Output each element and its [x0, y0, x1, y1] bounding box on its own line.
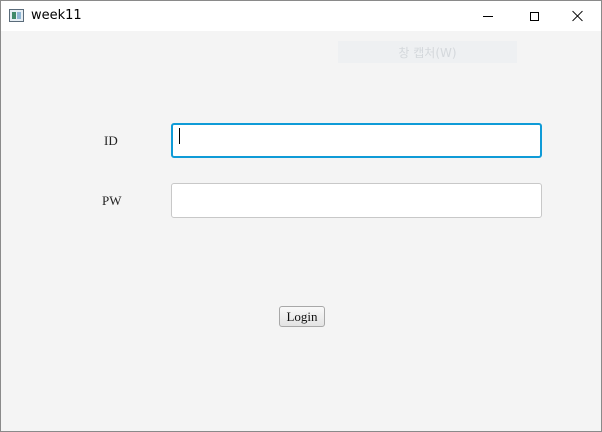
- pw-input[interactable]: [171, 183, 542, 218]
- id-label: ID: [104, 133, 118, 148]
- close-icon: [572, 10, 584, 22]
- app-window: week11 창 캡처(W) ID PW Login: [0, 0, 602, 432]
- minimize-icon: [483, 15, 493, 17]
- title-bar[interactable]: week11: [1, 1, 601, 31]
- minimize-button[interactable]: [465, 1, 511, 31]
- maximize-button[interactable]: [511, 1, 557, 31]
- pw-label: PW: [102, 193, 122, 208]
- id-input[interactable]: [171, 123, 542, 158]
- text-caret: [179, 128, 180, 144]
- java-app-icon: [9, 9, 24, 22]
- window-title: week11: [31, 8, 82, 23]
- login-button[interactable]: Login: [279, 306, 325, 327]
- window-capture-overlay: 창 캡처(W): [338, 41, 517, 63]
- close-button[interactable]: [555, 1, 601, 31]
- maximize-icon: [529, 11, 539, 21]
